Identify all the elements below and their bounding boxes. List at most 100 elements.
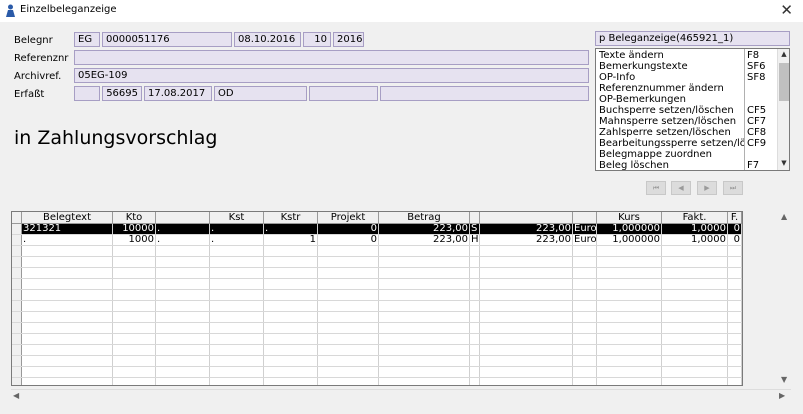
last-record-button[interactable]: ⏭ <box>723 181 743 195</box>
action-menu-list[interactable]: Texte ändern F8 Bemerkungstexte SF6 OP-Inf… <box>595 48 790 171</box>
table-row[interactable] <box>12 345 742 356</box>
first-record-button[interactable]: ⏮ <box>646 181 666 195</box>
table-vertical-scrollbar[interactable]: ▲ ▼ <box>779 211 791 387</box>
table-cell <box>597 301 662 311</box>
next-record-button[interactable]: ▶ <box>697 181 717 195</box>
table-row[interactable] <box>12 356 742 367</box>
erfasst-datum-field[interactable]: 17.08.2017 <box>144 86 212 101</box>
table-row[interactable] <box>12 378 742 385</box>
referenznr-field[interactable] <box>74 50 589 65</box>
table-row[interactable] <box>12 312 742 323</box>
table-cell <box>728 301 742 311</box>
scroll-up-icon[interactable]: ▲ <box>778 50 789 58</box>
col-header-fakt[interactable]: Fakt. <box>662 212 728 223</box>
table-cell <box>470 367 480 377</box>
table-row[interactable] <box>12 290 742 301</box>
close-icon[interactable]: ✕ <box>780 1 793 19</box>
erfasst-nr-field[interactable]: 56695 <box>102 86 142 101</box>
row-header[interactable] <box>12 235 22 245</box>
menu-item[interactable]: Buchsperre setzen/löschen CF5 <box>596 105 776 116</box>
row-header[interactable] <box>12 268 22 278</box>
table-row[interactable] <box>12 367 742 378</box>
erfasst-extra1-field[interactable] <box>309 86 378 101</box>
beleg-art-field[interactable]: EG <box>74 32 100 47</box>
erfasst-user-field[interactable]: OD <box>214 86 307 101</box>
menu-item[interactable]: Beleg löschen F7 <box>596 160 776 170</box>
menu-item[interactable]: Belegmappe zuordnen <box>596 149 776 160</box>
table-cell <box>113 312 156 322</box>
table-row[interactable] <box>12 279 742 290</box>
menu-item[interactable]: Bemerkungstexte SF6 <box>596 61 776 72</box>
col-header-blank[interactable] <box>156 212 210 223</box>
col-header-kstr[interactable]: Kstr <box>264 212 318 223</box>
col-header-sh[interactable] <box>470 212 480 223</box>
menu-item[interactable]: Texte ändern F8 <box>596 50 776 61</box>
menu-item[interactable]: Referenznummer ändern <box>596 83 776 94</box>
row-header[interactable] <box>12 224 22 234</box>
col-header-kst[interactable]: Kst <box>210 212 264 223</box>
beleg-nr-field[interactable]: 0000051176 <box>102 32 232 47</box>
menu-item[interactable]: OP-Bemerkungen <box>596 94 776 105</box>
table-row[interactable]: . 1000 . . 1 0 223,00 H 223,00 Euro 1,00… <box>12 235 742 246</box>
menu-item[interactable]: Mahnsperre setzen/löschen CF7 <box>596 116 776 127</box>
row-header[interactable] <box>12 345 22 355</box>
row-header[interactable] <box>12 323 22 333</box>
menu-scrollbar[interactable]: ▲ ▼ <box>777 49 789 170</box>
menu-item[interactable]: Bearbeitungssperre setzen/lö CF9 <box>596 138 776 149</box>
col-header-kurs[interactable]: Kurs <box>597 212 662 223</box>
table-row[interactable] <box>12 246 742 257</box>
erfasst-extra2-field[interactable] <box>380 86 589 101</box>
scroll-right-icon[interactable]: ▶ <box>779 390 785 402</box>
row-header[interactable] <box>12 378 22 385</box>
table-row[interactable] <box>12 301 742 312</box>
table-cell <box>597 378 662 385</box>
scroll-up-icon[interactable]: ▲ <box>781 211 787 223</box>
prev-record-button[interactable]: ◀ <box>671 181 691 195</box>
scroll-down-icon[interactable]: ▼ <box>778 159 789 167</box>
scroll-down-icon[interactable]: ▼ <box>781 374 787 386</box>
table-cell <box>22 279 113 289</box>
menu-item[interactable]: OP-Info SF8 <box>596 72 776 83</box>
table-row[interactable] <box>12 334 742 345</box>
row-header[interactable] <box>12 290 22 300</box>
row-header[interactable] <box>12 356 22 366</box>
row-header[interactable] <box>12 312 22 322</box>
row-header[interactable] <box>12 257 22 267</box>
table-cell <box>597 334 662 344</box>
table-row[interactable] <box>12 268 742 279</box>
table-cell <box>573 356 597 366</box>
col-header-betrag[interactable]: Betrag <box>379 212 470 223</box>
row-header[interactable] <box>12 334 22 344</box>
table-cell <box>470 312 480 322</box>
periode-field[interactable]: 10 <box>303 32 331 47</box>
col-header-belegtext[interactable]: Belegtext <box>22 212 113 223</box>
posting-table[interactable]: Belegtext Kto Kst Kstr Projekt Betrag Ku… <box>11 211 743 386</box>
table-cell <box>662 290 728 300</box>
archivref-field[interactable]: 05EG-109 <box>74 68 589 83</box>
col-header-kto[interactable]: Kto <box>113 212 156 223</box>
table-row[interactable] <box>12 323 742 334</box>
col-header-projekt[interactable]: Projekt <box>318 212 379 223</box>
beleg-datum-field[interactable]: 08.10.2016 <box>234 32 301 47</box>
menu-scroll-thumb[interactable] <box>779 63 789 101</box>
table-horizontal-scrollbar[interactable]: ◀ ▶ <box>11 389 791 402</box>
scroll-left-icon[interactable]: ◀ <box>13 390 19 402</box>
row-header[interactable] <box>12 301 22 311</box>
table-cell <box>318 312 379 322</box>
table-cell <box>113 345 156 355</box>
table-cell <box>113 279 156 289</box>
col-header-currency[interactable] <box>573 212 597 223</box>
row-header[interactable] <box>12 246 22 256</box>
table-cell <box>662 378 728 385</box>
col-header-f[interactable]: F. <box>728 212 742 223</box>
jahr-field[interactable]: 2016 <box>333 32 364 47</box>
table-cell <box>728 279 742 289</box>
row-header[interactable] <box>12 279 22 289</box>
col-header-betrag2[interactable] <box>480 212 573 223</box>
table-row[interactable]: 321321 10000 . . . 0 223,00 S 223,00 Eur… <box>12 224 742 235</box>
table-cell <box>379 334 470 344</box>
table-cell <box>728 378 742 385</box>
menu-item[interactable]: Zahlsperre setzen/löschen CF8 <box>596 127 776 138</box>
row-header[interactable] <box>12 367 22 377</box>
table-row[interactable] <box>12 257 742 268</box>
